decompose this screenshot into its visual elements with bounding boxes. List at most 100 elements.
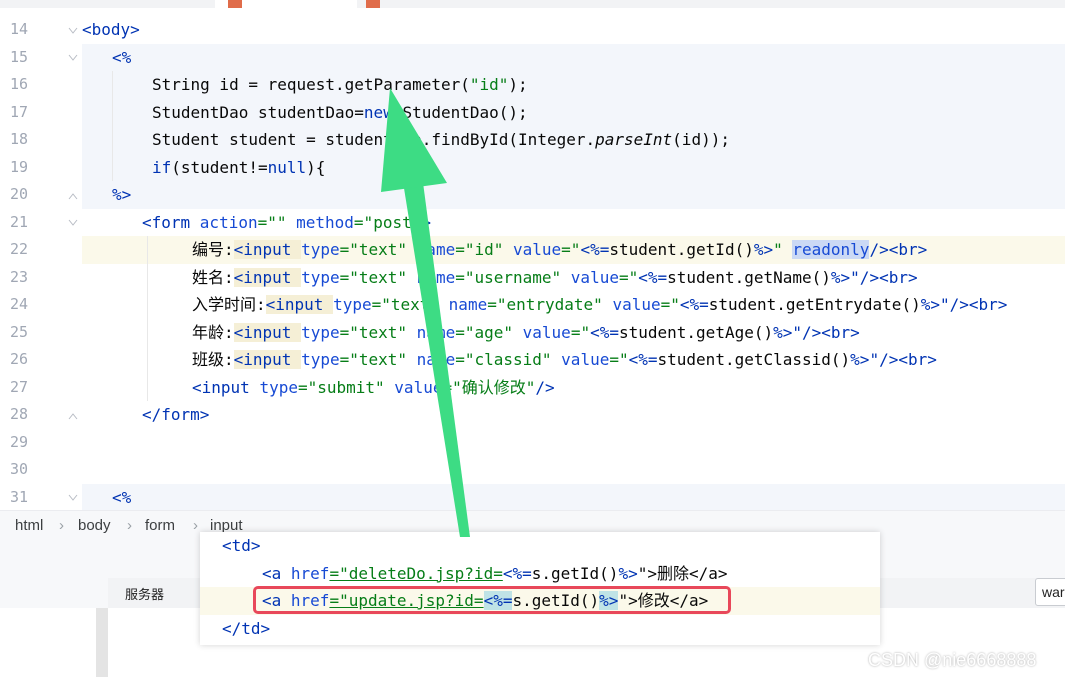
fold-marker-icon[interactable] — [68, 191, 78, 201]
code-token: ">删除</a> — [637, 563, 728, 583]
fold-marker-icon[interactable] — [68, 411, 78, 421]
code-token: href — [290, 563, 330, 583]
code-token: type — [301, 350, 340, 369]
code-token: ="classid" — [455, 350, 562, 369]
fold-marker-icon[interactable] — [68, 26, 78, 36]
code-token: <body> — [82, 20, 140, 39]
code-token: value — [612, 295, 661, 314]
code-token: <%= — [502, 563, 532, 583]
line-number: 27 — [10, 377, 29, 396]
code-token: <input — [233, 267, 302, 287]
editor-tab-strip — [0, 0, 1065, 10]
code-token: 班级: — [192, 350, 234, 369]
code-token: value — [570, 267, 619, 287]
code-token: %> — [920, 295, 940, 314]
code-token: <input — [192, 377, 260, 397]
code-token: <a — [262, 563, 291, 583]
code-token: <input — [233, 240, 302, 259]
code-token: <a href="deleteDo.jsp?id=<%=s.getId()%>"… — [262, 560, 728, 588]
code-token: =" — [618, 267, 639, 287]
code-token: name — [416, 350, 456, 369]
code-token: new — [363, 102, 393, 122]
code-line-16: String id = request.getParameter("id"); — [152, 71, 528, 99]
code-token: =" — [660, 295, 680, 314]
code-token: <input — [265, 295, 334, 314]
code-token: student.getClassid() — [657, 350, 851, 369]
code-token: %> — [112, 185, 132, 204]
code-line-14: <body> — [82, 16, 140, 44]
breadcrumb-separator: › — [193, 517, 198, 534]
code-token: value — [561, 350, 610, 369]
code-token: %> — [753, 240, 774, 259]
vertical-scrollbar[interactable] — [96, 608, 108, 677]
code-token: <%= — [628, 350, 658, 369]
code-token: ="age" — [455, 322, 523, 342]
code-token: /> — [535, 377, 555, 397]
code-token: <td> — [222, 536, 261, 555]
breadcrumb-item[interactable]: html — [15, 517, 43, 534]
code-token: ="entrydate" — [487, 295, 613, 314]
line-number: 23 — [10, 267, 29, 286]
artifact-select[interactable]: war — [1035, 578, 1065, 606]
code-line-18: Student student = studentDao.findById(In… — [152, 126, 730, 154]
code-token: <input — [233, 350, 302, 369]
code-token: </td> — [222, 615, 270, 643]
breadcrumb-separator: › — [127, 517, 132, 534]
line-number: 17 — [10, 102, 29, 121]
code-line-19: if(student!=null){ — [152, 154, 325, 182]
code-token: student.getEntrydate() — [708, 295, 921, 314]
fold-marker-icon[interactable] — [68, 218, 78, 228]
code-token: if — [152, 157, 172, 177]
code-token: type — [301, 322, 340, 342]
code-token: ="post" — [353, 212, 422, 232]
code-token: <td> — [222, 532, 261, 560]
file-type-icon — [228, 0, 242, 8]
code-line-15: <% — [112, 44, 131, 72]
code-token: StudentDao(); — [392, 102, 528, 122]
line-number: 21 — [10, 212, 29, 231]
code-token: ="username" — [455, 267, 571, 287]
code-token: %> — [830, 267, 851, 287]
scriptlet-background — [82, 483, 1065, 510]
code-token: <% — [112, 47, 132, 67]
editor-gutter: 14 15 16 17 18 19 20 21 22 23 24 25 26 2… — [0, 8, 104, 510]
line-number: 31 — [10, 487, 29, 506]
breadcrumb-item[interactable]: body — [78, 517, 111, 534]
fold-marker-icon[interactable] — [68, 53, 78, 63]
code-token: ="text" — [371, 295, 449, 314]
tab-services[interactable]: 服务器 — [125, 584, 164, 603]
indent-guide — [112, 71, 113, 181]
fold-marker-icon[interactable] — [68, 493, 78, 503]
code-editor[interactable]: <body> <% String id = request.getParamet… — [82, 8, 1065, 510]
code-token: " — [773, 240, 793, 259]
breadcrumb-item[interactable]: form — [145, 517, 175, 534]
line-number: 19 — [10, 157, 29, 176]
highlight-box — [253, 586, 731, 614]
code-token: action — [199, 212, 258, 232]
snippet-line: </td> — [200, 615, 880, 643]
code-token: ); — [508, 75, 528, 94]
code-token: ="submit" — [297, 377, 395, 397]
code-token: value — [394, 377, 443, 397]
code-token: type — [301, 267, 340, 287]
code-line-20: %> — [112, 181, 131, 209]
code-token: ="deleteDo.jsp?id= — [329, 563, 503, 583]
code-token: <input — [233, 322, 302, 342]
code-token: type — [259, 377, 298, 397]
code-line-31: <% — [112, 484, 131, 511]
snippet-line: <td> — [200, 532, 880, 560]
code-token: %> — [773, 322, 793, 342]
line-number: 24 — [10, 295, 29, 313]
code-token: "/><br> — [792, 322, 860, 342]
code-token: <% — [112, 487, 132, 507]
code-token: > — [421, 212, 431, 232]
services-tree[interactable] — [0, 608, 96, 677]
code-token: /><br> — [869, 240, 928, 259]
code-line-28: </form> — [142, 401, 209, 429]
code-token: =" — [570, 322, 591, 342]
code-token: <%= — [590, 322, 619, 342]
code-token: method — [296, 212, 354, 232]
code-line-27: <input type="submit" value="确认修改"/> — [192, 374, 555, 402]
code-line-26: 班级:<input type="text" name="classid" val… — [192, 346, 937, 374]
code-token: student.getName() — [667, 267, 831, 287]
